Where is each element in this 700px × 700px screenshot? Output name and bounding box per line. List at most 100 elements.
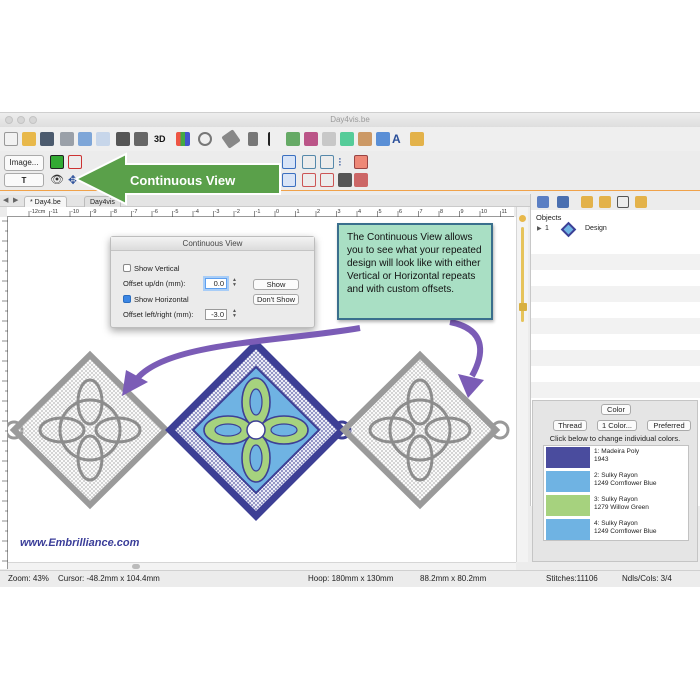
node-edit-icon[interactable]: [286, 132, 300, 146]
fill-pattern-icon[interactable]: [320, 173, 334, 187]
view-mode-icon[interactable]: [50, 155, 64, 169]
horizontal-ruler-ticks: -12cm -11 -10 -9 -8 -7 -6 -5 -4 -3 -2 -1 0 1 2 3 4 5 6 7 8 9 1…: [28, 209, 508, 217]
pattern-icon[interactable]: [302, 173, 316, 187]
open-folder-icon[interactable]: [22, 132, 36, 146]
list-stripe: [531, 318, 700, 334]
lock-icon[interactable]: [581, 196, 593, 208]
thread-swatch[interactable]: [546, 495, 590, 516]
hoop-icon[interactable]: [354, 173, 368, 187]
ruler-tick-label: -7: [133, 209, 138, 215]
zoom-status: Zoom: 43%: [8, 574, 49, 583]
continuous-view-arrow-label: Continuous View: [130, 173, 236, 188]
export-icon[interactable]: [410, 132, 424, 146]
thread-swatch[interactable]: [546, 447, 590, 468]
color-panel: Color Thread 1 Color... Preferred Click …: [532, 400, 698, 562]
ruler-tick-label: -6: [153, 209, 158, 215]
dialog-title: Continuous View: [111, 237, 314, 251]
ruler-tick-label: -10: [71, 209, 79, 215]
grid-icon[interactable]: [322, 132, 336, 146]
thread-row[interactable]: 2: Sulky Rayon 1249 Cornflower Blue: [544, 470, 690, 493]
lock-all-icon[interactable]: [599, 196, 611, 208]
ungroup-icon[interactable]: [557, 196, 569, 208]
horizontal-scroll-thumb[interactable]: [132, 564, 140, 569]
chart-icon[interactable]: [176, 132, 190, 146]
checker-icon[interactable]: [338, 173, 352, 187]
vertical-ruler: [0, 217, 8, 569]
select-pointer-icon[interactable]: [268, 132, 282, 146]
tab-scroll-left-icon[interactable]: ◀: [3, 196, 8, 204]
list-stripe: [531, 254, 700, 270]
ruler-tick-label: -4: [194, 209, 199, 215]
offset-updn-stepper[interactable]: ▲ ▼: [232, 278, 237, 289]
thread-label: 1: Madeira Poly 1943: [594, 448, 640, 463]
stitch-icon[interactable]: [376, 132, 390, 146]
list-stripe: [531, 382, 700, 398]
paste-icon[interactable]: [96, 132, 110, 146]
distribute-icon[interactable]: [320, 155, 334, 169]
text-button[interactable]: T: [4, 173, 44, 187]
tab-scroll-right-icon[interactable]: ▶: [13, 196, 18, 204]
horizontal-ruler: -12cm -11 -10 -9 -8 -7 -6 -5 -4 -3 -2 -1 0 1 2 3 4 5 6 7 8 9 1…: [7, 207, 514, 217]
scissors-icon[interactable]: [304, 132, 318, 146]
show-button[interactable]: Show: [253, 279, 299, 290]
ruler-tick-label: 7: [420, 209, 423, 215]
ruler-tick-label: 8: [440, 209, 443, 215]
show-vertical-checkbox[interactable]: [123, 264, 131, 272]
vertical-scrollbar[interactable]: [516, 207, 528, 562]
thread-label: 4: Sulky Rayon 1249 Cornflower Blue: [594, 520, 657, 535]
thread-swatch[interactable]: [546, 471, 590, 492]
offset-updn-field[interactable]: 0.0: [205, 278, 227, 289]
design-size-status: 88.2mm x 80.2mm: [420, 574, 487, 583]
one-color-button[interactable]: 1 Color...: [597, 420, 637, 431]
unlock-icon[interactable]: [635, 196, 647, 208]
ruler-icon[interactable]: [221, 129, 241, 149]
save-icon[interactable]: [40, 132, 54, 146]
hoop-status: Hoop: 180mm x 130mm: [308, 574, 394, 583]
mirror-horizontal-icon[interactable]: [116, 132, 130, 146]
new-file-icon[interactable]: [4, 132, 18, 146]
compass-icon: [519, 215, 526, 222]
color-header-button[interactable]: Color: [601, 404, 631, 415]
ruler-tick-label: 9: [461, 209, 464, 215]
continuous-vertical-icon[interactable]: [282, 155, 296, 169]
mirror-vertical-icon[interactable]: [134, 132, 148, 146]
stop-icon[interactable]: [354, 155, 368, 169]
ruler-tick-label: -9: [92, 209, 97, 215]
ruler-tick-label: 1: [297, 209, 300, 215]
needles-status: Ndls/Cols: 3/4: [622, 574, 672, 583]
3d-view-icon[interactable]: 3D: [154, 132, 168, 146]
thread-swatch[interactable]: [546, 519, 590, 540]
continuous-horizontal-icon[interactable]: [282, 173, 296, 187]
thread-row[interactable]: 3: Sulky Rayon 1279 Willow Green: [544, 494, 690, 517]
lettering-icon[interactable]: A: [392, 132, 406, 146]
embrilliance-watermark: www.Embrilliance.com: [20, 537, 140, 549]
tab-day4[interactable]: * Day4.be: [24, 196, 67, 207]
object-row-design[interactable]: ▶ 1 Design: [531, 221, 700, 238]
merge-icon[interactable]: [358, 132, 372, 146]
color-sort-icon[interactable]: [340, 132, 354, 146]
thread-row[interactable]: 1: Madeira Poly 1943: [544, 446, 690, 469]
image-button[interactable]: Image...: [4, 155, 44, 171]
copy-icon[interactable]: [78, 132, 92, 146]
preferred-button[interactable]: Preferred: [647, 420, 691, 431]
group-icon[interactable]: [537, 196, 549, 208]
horizontal-scrollbar[interactable]: [8, 562, 516, 570]
hide-icon[interactable]: [617, 196, 629, 208]
expand-triangle-icon[interactable]: ▶: [537, 225, 542, 232]
ruler-tick-label: -5: [174, 209, 179, 215]
print-icon[interactable]: [60, 132, 74, 146]
magnifier-icon[interactable]: [198, 132, 212, 146]
align-icon[interactable]: [248, 132, 258, 146]
thread-row[interactable]: 4: Sulky Rayon 1249 Cornflower Blue: [544, 518, 690, 541]
color-hint: Click below to change individual colors.: [549, 434, 681, 443]
ruler-tick-label: 11: [502, 209, 508, 215]
zoom-slider-thumb[interactable]: [519, 303, 527, 311]
stitches-status: Stitches:11106: [546, 574, 598, 583]
split-icon[interactable]: [302, 155, 316, 169]
dots-icon[interactable]: ⁝: [338, 155, 352, 169]
eye-icon[interactable]: 👁: [50, 173, 64, 187]
thread-label: 3: Sulky Rayon 1279 Willow Green: [594, 496, 649, 511]
list-stripe: [531, 350, 700, 366]
ruler-tick-label: -2: [235, 209, 240, 215]
thread-button[interactable]: Thread: [553, 420, 587, 431]
